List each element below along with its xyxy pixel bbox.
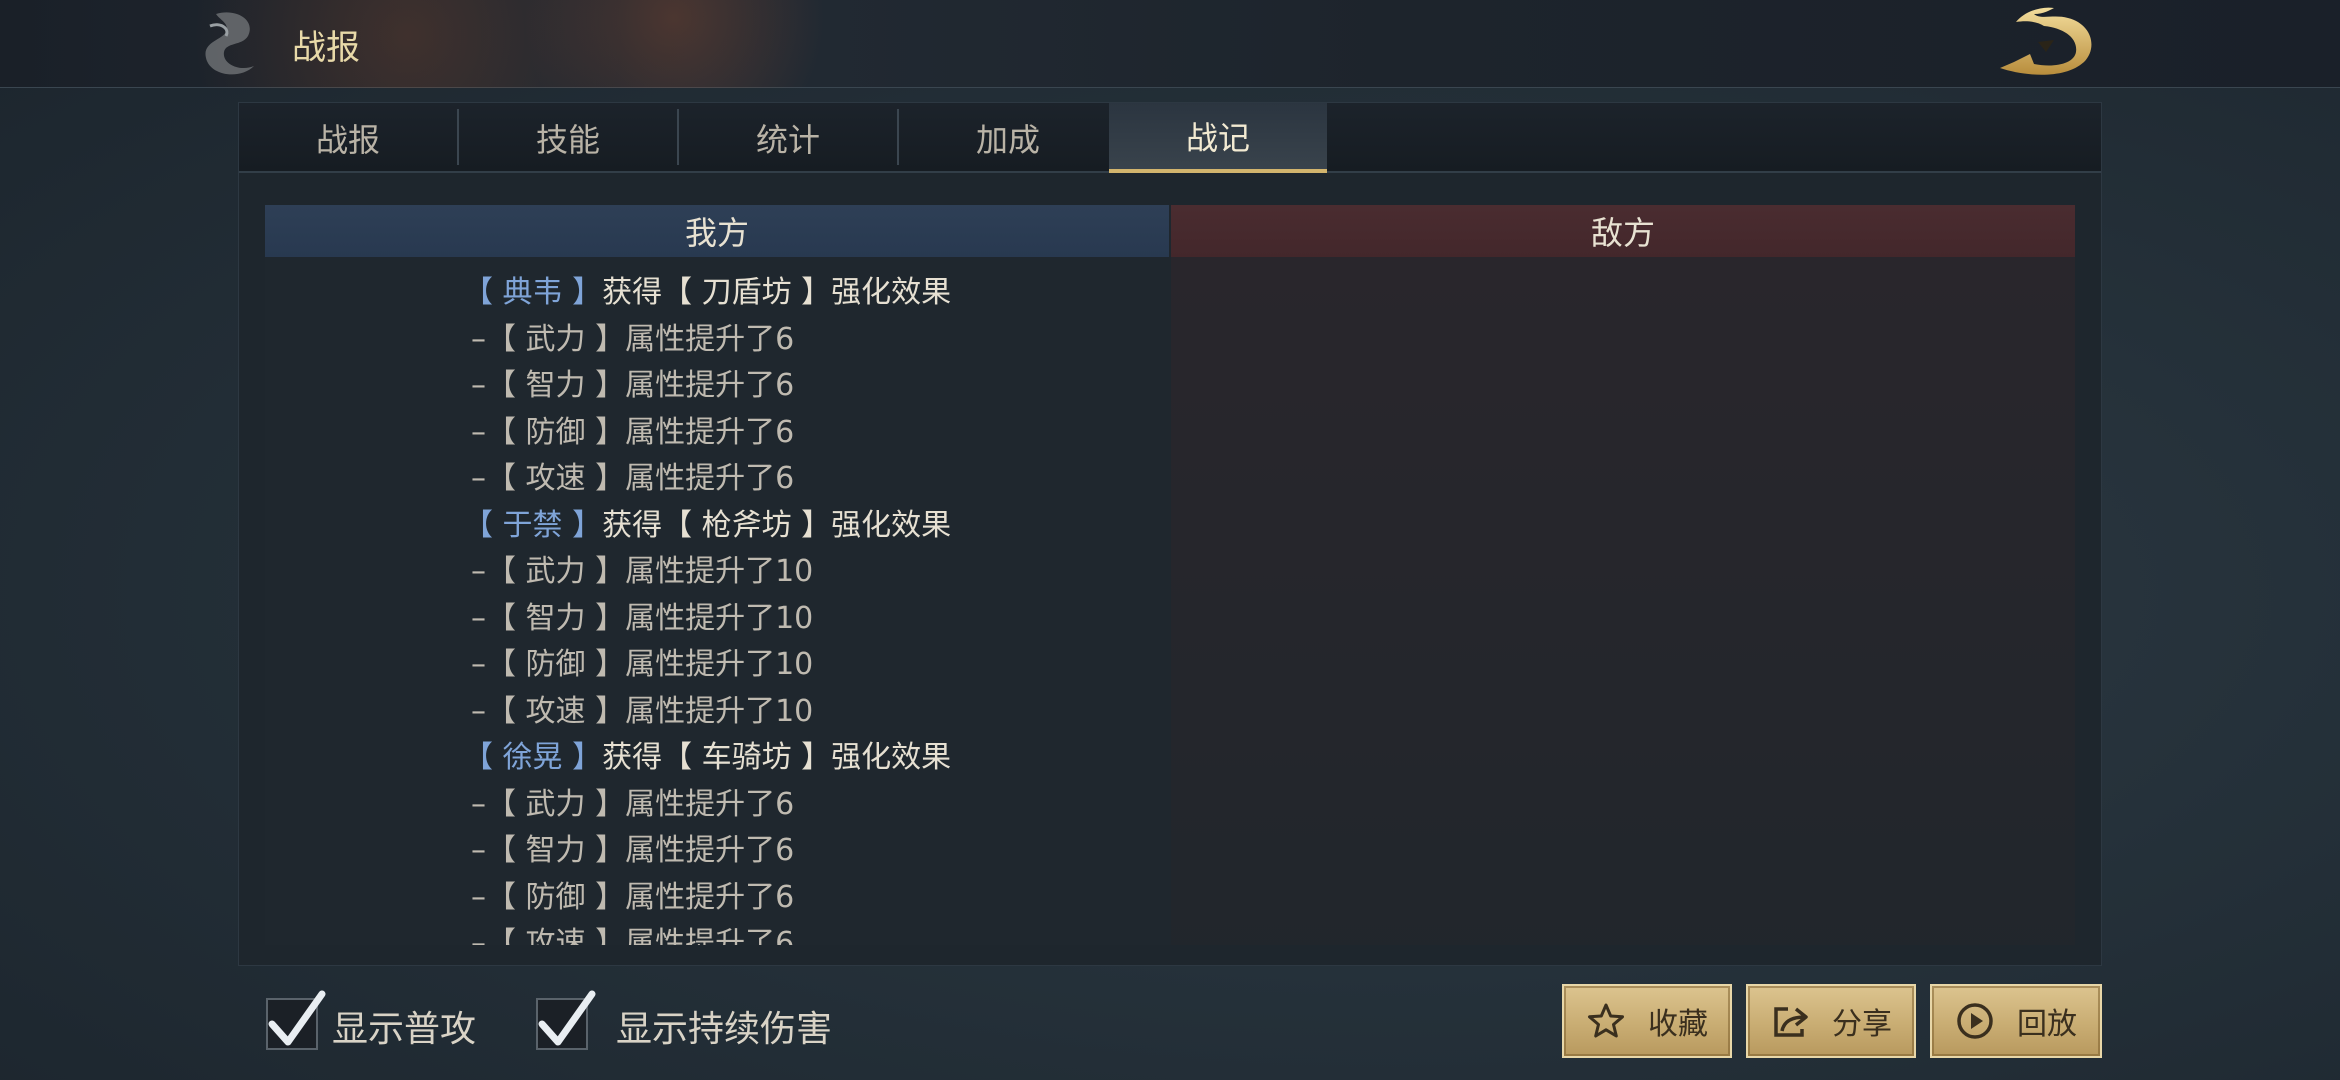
enemy-side-header: 敌方 bbox=[1171, 205, 2075, 257]
show-normal-attack-checkbox[interactable] bbox=[266, 990, 326, 1050]
log-entry-attribute: –【 智力 】属性提升了6 bbox=[471, 833, 795, 868]
log-entry-attribute: –【 攻速 】属性提升了6 bbox=[471, 926, 795, 945]
general-bracket-open: 【 bbox=[463, 507, 503, 543]
checkmark-icon bbox=[268, 990, 326, 1046]
replay-label: 回放 bbox=[2017, 1007, 2077, 1042]
log-entry-general: 【 徐晃 】获得【 车骑坊 】强化效果 bbox=[463, 732, 951, 776]
share-icon bbox=[1774, 1007, 1808, 1037]
tab-battle-report[interactable]: 战报 bbox=[239, 103, 457, 173]
our-log-column[interactable]: 【 典韦 】获得【 刀盾坊 】强化效果 –【 武力 】属性提升了6 –【 智力 】属… bbox=[265, 257, 1169, 945]
log-entry-text: 获得【 刀盾坊 】强化效果 bbox=[602, 275, 952, 310]
show-dot-checkbox[interactable] bbox=[536, 990, 596, 1050]
share-label: 分享 bbox=[1832, 1007, 1892, 1042]
log-entry-attribute: –【 智力 】属性提升了6 bbox=[471, 368, 795, 403]
log-entry-attribute: –【 武力 】属性提升了6 bbox=[471, 786, 795, 822]
checkmark-icon bbox=[538, 990, 596, 1046]
general-name[interactable]: 典韦 bbox=[503, 275, 563, 310]
favorite-label: 收藏 bbox=[1648, 1007, 1708, 1042]
log-entry-general: 【 典韦 】获得【 刀盾坊 】强化效果 bbox=[463, 267, 951, 311]
battle-report-panel: 战报 技能 统计 加成 战记 我方 敌方 【 典韦 】获得【 刀盾坊 】强化效果… bbox=[238, 102, 2102, 966]
log-entry-attribute: –【 攻速 】属性提升了6 bbox=[471, 461, 795, 496]
top-bar: 战报 bbox=[0, 0, 2340, 88]
log-entry-attribute: –【 智力 】属性提升了10 bbox=[471, 600, 814, 636]
replay-button[interactable]: 回放 bbox=[1930, 984, 2102, 1058]
battle-log-table: 我方 敌方 【 典韦 】获得【 刀盾坊 】强化效果 –【 武力 】属性提升了6 –【… bbox=[265, 205, 2075, 945]
tab-battle-log[interactable]: 战记 bbox=[1109, 103, 1327, 173]
general-name[interactable]: 徐晃 bbox=[503, 740, 563, 775]
page-title: 战报 bbox=[292, 28, 360, 68]
tab-bonus[interactable]: 加成 bbox=[899, 103, 1117, 173]
log-entry-general: 【 于禁 】获得【 枪斧坊 】强化效果 bbox=[463, 500, 951, 544]
tab-bar: 战报 技能 统计 加成 战记 bbox=[239, 103, 2101, 173]
log-entry-attribute: –【 防御 】属性提升了6 bbox=[471, 879, 795, 915]
tab-skills[interactable]: 技能 bbox=[459, 103, 677, 173]
star-icon bbox=[1588, 1003, 1624, 1038]
favorite-button[interactable]: 收藏 bbox=[1562, 984, 1732, 1058]
general-bracket-close: 】 bbox=[562, 507, 603, 543]
show-normal-attack-label[interactable]: 显示普攻 bbox=[332, 1000, 476, 1052]
general-bracket-close: 】 bbox=[562, 740, 603, 775]
general-bracket-open: 【 bbox=[463, 740, 503, 775]
our-side-header: 我方 bbox=[265, 205, 1169, 257]
general-bracket-open: 【 bbox=[463, 275, 503, 310]
share-button[interactable]: 分享 bbox=[1746, 984, 1916, 1058]
tab-statistics[interactable]: 统计 bbox=[679, 103, 897, 173]
dragon-logo-icon[interactable] bbox=[1994, 6, 2098, 82]
log-entry-attribute: –【 攻速 】属性提升了10 bbox=[471, 693, 814, 729]
log-entry-attribute: –【 武力 】属性提升了6 bbox=[471, 321, 795, 357]
log-entry-text: 获得【 车骑坊 】强化效果 bbox=[602, 740, 952, 775]
log-entry-text: 获得【 枪斧坊 】强化效果 bbox=[602, 507, 952, 543]
emblem-icon bbox=[205, 12, 254, 75]
log-entry-attribute: –【 防御 】属性提升了10 bbox=[471, 647, 814, 682]
enemy-log-column bbox=[1171, 257, 2075, 945]
play-icon bbox=[1957, 1003, 1993, 1039]
show-dot-label[interactable]: 显示持续伤害 bbox=[616, 1000, 832, 1052]
general-name[interactable]: 于禁 bbox=[503, 508, 563, 543]
general-bracket-close: 】 bbox=[562, 275, 603, 310]
log-entry-attribute: –【 武力 】属性提升了10 bbox=[471, 554, 814, 589]
log-entry-attribute: –【 防御 】属性提升了6 bbox=[471, 414, 795, 450]
